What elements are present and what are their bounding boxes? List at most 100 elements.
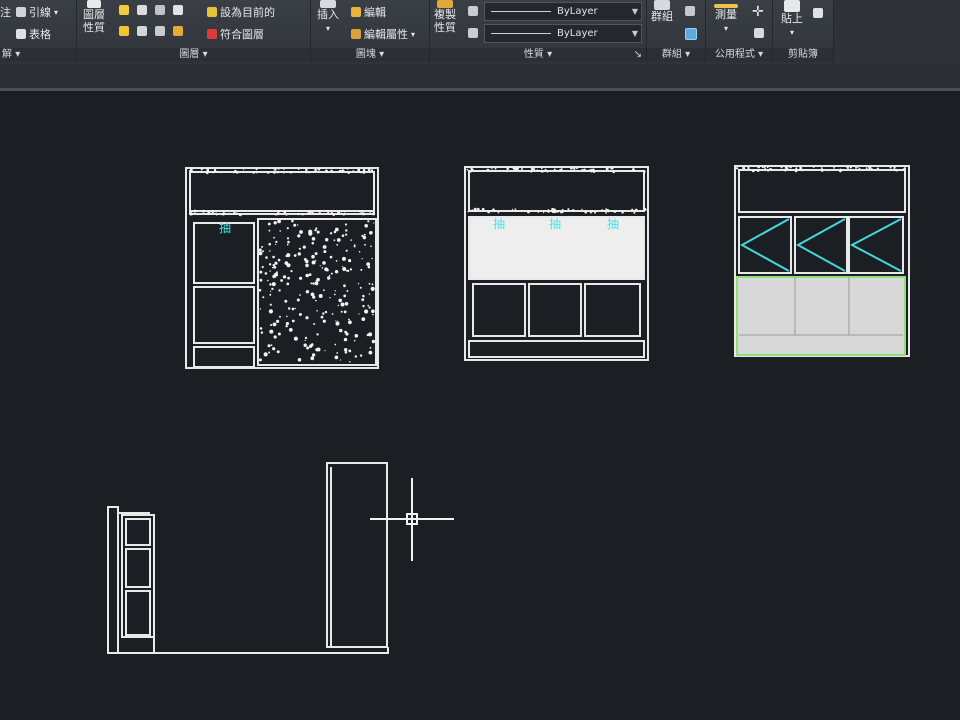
cad-drawing[interactable] [0, 91, 960, 720]
hatch-dot [215, 210, 217, 213]
section-shelf-1 [125, 518, 151, 546]
paste-button[interactable]: 貼上 ▾ [781, 0, 803, 40]
drawing-canvas[interactable]: 抽 抽 抽 抽 [0, 91, 960, 720]
calculator-icon[interactable] [754, 28, 764, 38]
layer-current-icon [207, 7, 217, 17]
hatch-dot [562, 210, 564, 212]
match-layer-button[interactable]: 符合圖層 [207, 26, 264, 42]
copy-icon[interactable] [813, 8, 823, 18]
hatch-dot [207, 211, 211, 214]
hatch-dot [785, 167, 789, 170]
point-icon[interactable]: ✛ [752, 4, 764, 20]
panel-title-utilities[interactable]: 公用程式 ▾ [706, 48, 772, 62]
hatch-dot [350, 239, 353, 241]
hatch-dot [311, 254, 315, 259]
hatch-dot [305, 273, 310, 278]
edit-block-label: 編輯 [364, 6, 386, 19]
hatch-dot [855, 166, 857, 169]
hatch-dot [364, 224, 369, 228]
group-select-icon[interactable] [685, 28, 697, 40]
annotation-leftcut[interactable]: 注 [0, 4, 11, 20]
layer-freeze-icon[interactable] [155, 5, 165, 15]
ungroup-icon[interactable] [685, 6, 695, 16]
panel-title-groups[interactable]: 群組 ▾ [647, 48, 705, 62]
drawer-label-cabinet2-3: 抽 [607, 217, 620, 231]
layer-unlock-icon[interactable] [173, 26, 183, 36]
hatch-dot [482, 169, 484, 172]
hatch-dot [354, 334, 359, 338]
hatch-dot [322, 245, 327, 249]
hatch-dot [546, 171, 549, 173]
edit-block-button[interactable]: 編輯 [351, 4, 386, 20]
hatch-dot [833, 167, 835, 169]
hatch-dot [194, 212, 196, 215]
panel-block: 插入 ▾ 編輯 編輯屬性 ▾ 圖塊 ▾ [311, 0, 430, 64]
hatch-dot [304, 339, 306, 342]
hatch-dot [467, 210, 470, 213]
hatch-dot [321, 267, 324, 269]
layer-on-icon[interactable] [119, 26, 129, 36]
hatch-dot [340, 211, 343, 213]
leader-button[interactable]: 引線 ▾ [16, 4, 58, 20]
chevron-down-icon: ▾ [202, 49, 208, 60]
lineweight-dropdown[interactable]: ByLayer ▼ [484, 24, 642, 43]
hatch-dot [547, 210, 550, 213]
hatch-dot [315, 299, 317, 302]
dialog-launcher-icon[interactable]: ↘ [634, 48, 642, 62]
table-button[interactable]: 表格 [16, 26, 51, 42]
panel-title-clipboard[interactable]: 剪貼簿 [773, 48, 833, 62]
hatch-dot [238, 213, 242, 217]
edit-attributes-button[interactable]: 編輯屬性 ▾ [351, 26, 415, 42]
hatch-dot [903, 167, 907, 170]
hatch-dot [743, 167, 746, 170]
hatch-dot [500, 210, 503, 212]
hatch-dot [286, 315, 288, 318]
layer-unisolate-icon[interactable] [137, 26, 147, 36]
set-current-label: 設為目前的 [220, 6, 275, 19]
hatch-dot [543, 212, 545, 214]
cabinet-elevation-1[interactable] [185, 167, 379, 369]
panel-title-properties[interactable]: 性質 ▾ ↘ [430, 48, 646, 62]
match-properties-button[interactable]: 複製 性質 [434, 0, 456, 34]
layer-isolate-icon[interactable] [137, 5, 147, 15]
hatch-dot [275, 213, 277, 216]
panel-title-layers[interactable]: 圖層 ▾ [77, 48, 310, 62]
measure-button[interactable]: 測量 ▾ [714, 0, 738, 36]
layer-lock-icon[interactable] [173, 5, 183, 15]
hatch-dot [311, 241, 315, 245]
hatch-dot [560, 168, 563, 171]
layer-off-icon[interactable] [119, 5, 129, 15]
hatch-dot [271, 282, 276, 287]
match-layer-label: 符合圖層 [220, 28, 264, 41]
insert-button[interactable]: 插入 ▾ [317, 0, 339, 36]
panel-title-block[interactable]: 圖塊 ▾ [311, 48, 429, 62]
panel-title-modify[interactable]: 解 ▾ [0, 48, 76, 62]
chevron-down-icon: ▾ [379, 49, 385, 60]
set-current-button[interactable]: 設為目前的 [207, 4, 275, 20]
hatch-dot [273, 171, 276, 174]
hatch-dot [233, 172, 235, 174]
hatch-dot [316, 277, 320, 282]
hatch-dot [268, 242, 272, 246]
hatch-dot [334, 290, 336, 292]
table-icon [16, 29, 26, 39]
hatch-dot [302, 245, 306, 249]
edit-attributes-label: 編輯屬性 [364, 28, 408, 41]
hatch-dot [341, 234, 345, 237]
hatch-dot [308, 229, 313, 234]
hatch-dot [343, 214, 345, 216]
hatch-dot [222, 212, 225, 215]
group-button[interactable]: 群組 [651, 0, 673, 24]
hatch-dot [348, 320, 352, 325]
hatch-dot [275, 243, 277, 245]
linetype-dropdown[interactable]: ByLayer ▼ [484, 2, 642, 21]
drawer-label-cabinet2-2: 抽 [549, 217, 562, 231]
hatch-dot [192, 170, 194, 173]
hatch-dot [506, 171, 508, 173]
hatch-dot [299, 230, 303, 234]
cabinet-side-section[interactable] [107, 462, 389, 654]
panel-groups: 群組 群組 ▾ [647, 0, 706, 64]
layer-properties-button[interactable]: 圖層 性質 [83, 0, 105, 34]
cabinet-elevation-2[interactable] [464, 166, 649, 361]
layer-thaw-icon[interactable] [155, 26, 165, 36]
